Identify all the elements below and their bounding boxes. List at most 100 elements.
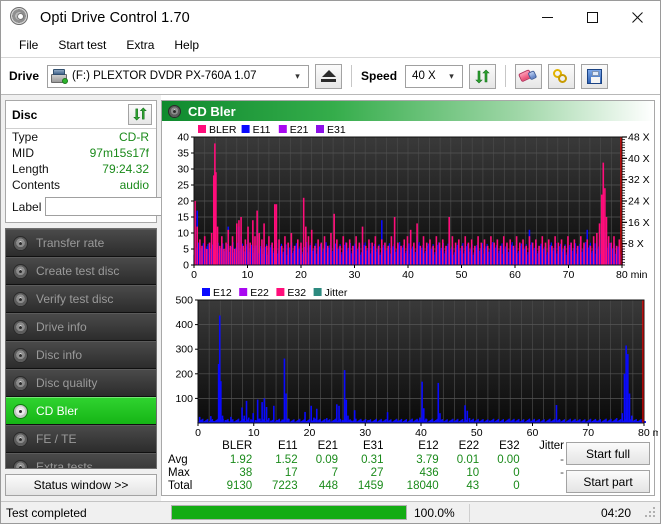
maximize-icon[interactable] [570,1,615,33]
resize-grip[interactable] [645,507,657,519]
svg-text:E11: E11 [253,124,271,136]
svg-text:60: 60 [527,427,539,439]
sidebar-item-transfer-rate[interactable]: Transfer rate [6,229,156,257]
disc-icon [13,460,28,470]
chevron-down-icon: ▾ [289,71,306,82]
sidebar-item-extra-tests[interactable]: Extra tests [6,453,156,469]
sidebar-item-label: FE / TE [36,432,76,446]
sidebar-item-disc-info[interactable]: Disc info [6,341,156,369]
svg-text:100: 100 [175,393,193,405]
sidebar-item-fe-te[interactable]: FE / TE [6,425,156,453]
disc-row-value: audio [120,178,149,192]
progress-percent: 100.0% [407,506,469,520]
erase-button[interactable] [515,64,542,89]
disc-row-length: Length 79:24.32 [6,161,156,177]
content-panel: CD Bler BLERE11E21E310510152025303540010… [161,100,655,496]
svg-text:25: 25 [177,180,189,192]
minimize-icon[interactable] [525,1,570,33]
disc-panel-header: Disc [6,101,156,129]
refresh-button[interactable] [469,64,496,89]
svg-text:30: 30 [349,269,361,281]
cell-total-e21: 448 [300,480,340,493]
disc-row-type: Type CD-R [6,129,156,145]
svg-text:200: 200 [175,368,193,380]
disc-icon [13,292,28,307]
svg-text:50: 50 [471,427,483,439]
svg-text:0: 0 [195,427,201,439]
status-text: Test completed [1,506,171,520]
menu-item-file[interactable]: File [10,36,47,55]
cell-avg-jitter: - [522,453,566,466]
save-button[interactable] [581,64,608,89]
svg-text:10: 10 [248,427,260,439]
status-window-button[interactable]: Status window >> [5,474,157,496]
sidebar-item-verify-test-disc[interactable]: Verify test disc [6,285,156,313]
disc-icon [13,404,28,419]
svg-text:50: 50 [456,269,468,281]
cell-avg-bler: 1.92 [202,453,254,466]
bler-chart-svg[interactable]: BLERE11E21E31051015202530354001020304050… [164,123,658,283]
progress-bar [171,505,407,520]
eject-button[interactable] [315,64,342,89]
cell-avg-e21: 0.09 [300,453,340,466]
sidebar-item-cd-bler[interactable]: CD Bler [6,397,156,425]
toolbar-divider-2 [505,65,506,87]
disc-row-mid: MID 97m15s17f [6,145,156,161]
drive-select[interactable]: (F:) PLEXTOR DVDR PX-760A 1.07 ▾ [47,65,309,88]
disc-refresh-button[interactable] [128,104,152,125]
svg-text:E21: E21 [290,124,309,136]
disc-icon [13,236,28,251]
disc-row-value: CD-R [119,130,149,144]
cell-total-e12: 18040 [385,480,440,493]
svg-text:24 X: 24 X [628,196,650,208]
speed-label: Speed [361,69,397,83]
row-label-avg: Avg [166,453,202,466]
disc-icon [13,348,28,363]
content-header: CD Bler [162,101,654,121]
svg-text:10: 10 [177,228,189,240]
start-part-button[interactable]: Start part [566,470,650,493]
disc-icon [13,320,28,335]
speed-select[interactable]: 40 X ▾ [405,65,463,88]
toolbar-divider-1 [351,65,352,87]
cell-max-e11: 17 [254,466,299,479]
svg-text:30: 30 [359,427,371,439]
e12-chart-svg[interactable]: E12E22E32Jitter1002003004005000102030405… [164,286,658,441]
disc-row-key: MID [12,146,34,160]
menu-item-extra[interactable]: Extra [117,36,163,55]
statistics-table: BLER E11 E21 E31 E12 E22 E32 Jitter Avg [166,440,566,493]
bler-chart[interactable]: BLERE11E21E31051015202530354001020304050… [164,123,652,286]
row-label-total: Total [166,480,202,493]
menu-item-help[interactable]: Help [165,36,208,55]
sidebar-item-disc-quality[interactable]: Disc quality [6,369,156,397]
menu-item-start-test[interactable]: Start test [49,36,115,55]
svg-text:80 min: 80 min [638,427,658,439]
sidebar-item-create-test-disc[interactable]: Create test disc [6,257,156,285]
svg-text:E22: E22 [250,287,269,299]
svg-text:40: 40 [415,427,427,439]
svg-text:E31: E31 [327,124,346,136]
svg-text:20: 20 [295,269,307,281]
svg-text:500: 500 [175,295,193,307]
eject-icon [322,70,336,77]
content-header-title: CD Bler [188,104,236,119]
svg-text:BLER: BLER [209,124,237,136]
svg-text:60: 60 [509,269,521,281]
table-row: Max 38 17 7 27 436 10 0 - [166,466,566,479]
disc-row-key: Contents [12,178,60,192]
cell-max-e12: 436 [385,466,440,479]
svg-text:300: 300 [175,344,193,356]
cell-total-bler: 9130 [202,480,254,493]
close-icon[interactable] [615,1,660,33]
sidebar-item-drive-info[interactable]: Drive info [6,313,156,341]
toolbar: Drive (F:) PLEXTOR DVDR PX-760A 1.07 ▾ S… [1,58,660,95]
e12-chart[interactable]: E12E22E32Jitter1002003004005000102030405… [164,286,652,444]
start-full-button[interactable]: Start full [566,442,650,465]
svg-text:E32: E32 [287,287,306,299]
table-row: Total 9130 7223 448 1459 18040 43 0 [166,480,566,493]
main-body: Disc Type CD-R MID [1,95,660,501]
cell-avg-e22: 0.01 [441,453,481,466]
disc-row-value: 79:24.32 [102,162,149,176]
link-button[interactable] [548,64,575,89]
sidebar-item-label: Extra tests [36,460,93,469]
